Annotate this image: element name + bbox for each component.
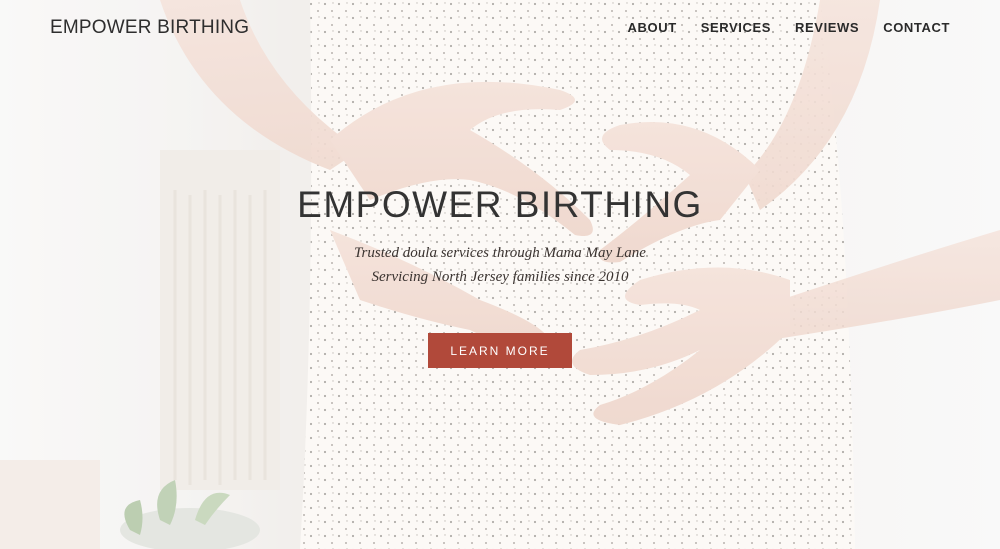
hero-title: EMPOWER BIRTHING [297,184,703,225]
learn-more-button[interactable]: LEARN MORE [428,333,572,368]
hero-subtitle-line1: Trusted doula services through Mama May … [354,245,646,261]
hero-section: EMPOWER BIRTHING Trusted doula services … [0,0,1000,549]
hero-subtitle-line2: Servicing North Jersey families since 20… [371,269,629,285]
